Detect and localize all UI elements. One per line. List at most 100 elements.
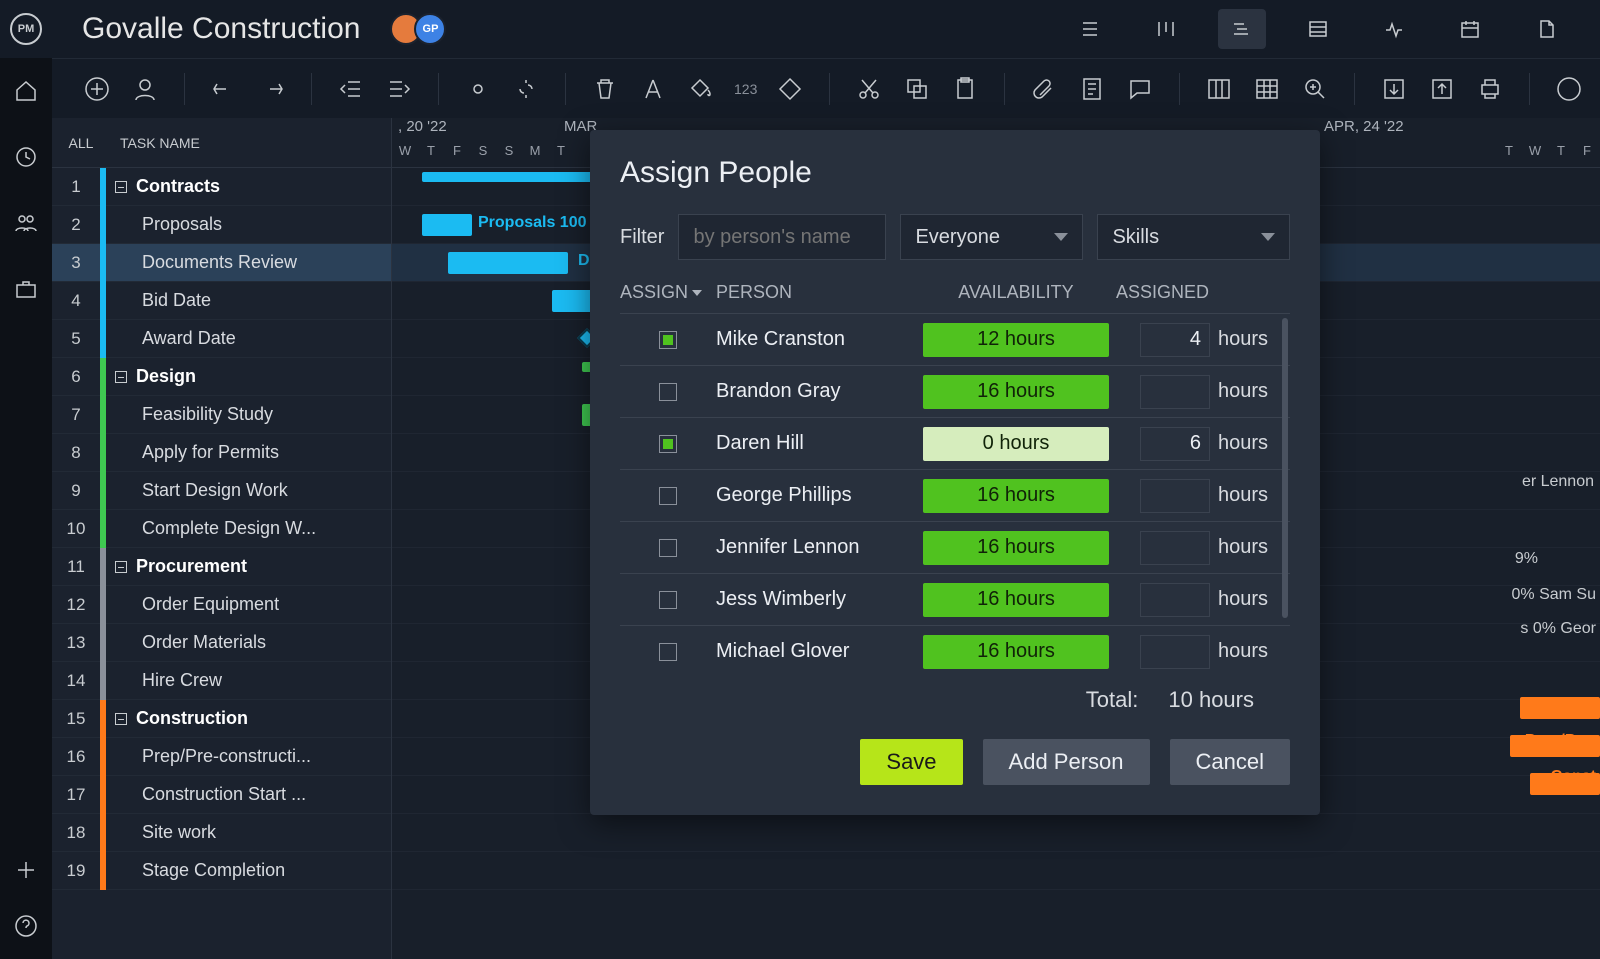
col-task-name[interactable]: TASK NAME: [110, 135, 200, 151]
text-style-icon[interactable]: [638, 74, 668, 104]
assign-checkbox[interactable]: [659, 591, 677, 609]
task-row[interactable]: 15Construction: [52, 700, 391, 738]
task-row[interactable]: 14Hire Crew: [52, 662, 391, 700]
task-row[interactable]: 4Bid Date: [52, 282, 391, 320]
assigned-hours-input[interactable]: [1140, 479, 1210, 513]
gantt-row[interactable]: [392, 814, 1600, 852]
print-icon[interactable]: [1475, 74, 1505, 104]
task-row[interactable]: 19Stage Completion: [52, 852, 391, 890]
assigned-hours-input[interactable]: [1140, 635, 1210, 669]
task-row[interactable]: 8Apply for Permits: [52, 434, 391, 472]
task-row[interactable]: 7Feasibility Study: [52, 396, 391, 434]
attachment-icon[interactable]: [1029, 74, 1059, 104]
person-icon[interactable]: [130, 74, 160, 104]
help-icon[interactable]: [13, 913, 39, 939]
notes-icon[interactable]: [1077, 74, 1107, 104]
task-row[interactable]: 13Order Materials: [52, 624, 391, 662]
assigned-hours-input[interactable]: [1140, 583, 1210, 617]
home-icon[interactable]: [13, 78, 39, 104]
file-view-icon[interactable]: [1522, 9, 1570, 49]
th-assigned[interactable]: ASSIGNED: [1116, 282, 1290, 303]
gantt-view-icon[interactable]: [1218, 9, 1266, 49]
collapse-icon[interactable]: [112, 181, 130, 193]
save-button[interactable]: Save: [860, 739, 962, 785]
undo-icon[interactable]: [209, 74, 239, 104]
task-row[interactable]: 17Construction Start ...: [52, 776, 391, 814]
assigned-hours-input[interactable]: [1140, 323, 1210, 357]
clock-icon[interactable]: [13, 144, 39, 170]
gantt-bar[interactable]: [422, 214, 472, 236]
th-assign[interactable]: ASSIGN: [620, 282, 716, 303]
scrollbar[interactable]: [1282, 318, 1288, 618]
add-icon[interactable]: [82, 74, 112, 104]
collapse-icon[interactable]: [112, 713, 130, 725]
assign-checkbox[interactable]: [659, 331, 677, 349]
grid-icon[interactable]: [1252, 74, 1282, 104]
task-row[interactable]: 2Proposals: [52, 206, 391, 244]
task-row[interactable]: 12Order Equipment: [52, 586, 391, 624]
gantt-row[interactable]: [392, 852, 1600, 890]
import-icon[interactable]: [1379, 74, 1409, 104]
collapse-icon[interactable]: [112, 371, 130, 383]
outdent-icon[interactable]: [336, 74, 366, 104]
paste-icon[interactable]: [950, 74, 980, 104]
milestone-icon[interactable]: [775, 74, 805, 104]
assigned-hours-input[interactable]: [1140, 531, 1210, 565]
list-view-icon[interactable]: [1066, 9, 1114, 49]
number-format[interactable]: 123: [734, 81, 757, 97]
th-avail[interactable]: AVAILABILITY: [916, 282, 1116, 303]
assign-checkbox[interactable]: [659, 383, 677, 401]
avatar-2[interactable]: GP: [414, 13, 446, 45]
task-row[interactable]: 18Site work: [52, 814, 391, 852]
col-all[interactable]: ALL: [52, 135, 110, 151]
assign-checkbox[interactable]: [659, 643, 677, 661]
sheet-view-icon[interactable]: [1294, 9, 1342, 49]
export-icon[interactable]: [1427, 74, 1457, 104]
unlink-icon[interactable]: [511, 74, 541, 104]
task-row[interactable]: 5Award Date: [52, 320, 391, 358]
assigned-hours-input[interactable]: [1140, 375, 1210, 409]
bar-construction-group[interactable]: [1520, 697, 1600, 719]
cancel-button[interactable]: Cancel: [1170, 739, 1290, 785]
bar-const-start[interactable]: [1530, 773, 1600, 795]
columns-icon[interactable]: [1204, 74, 1234, 104]
link-icon[interactable]: [463, 74, 493, 104]
filter-input[interactable]: [678, 214, 886, 260]
assign-checkbox[interactable]: [659, 539, 677, 557]
task-row[interactable]: 10Complete Design W...: [52, 510, 391, 548]
assign-checkbox[interactable]: [659, 435, 677, 453]
gantt-bar[interactable]: [422, 172, 592, 182]
fill-icon[interactable]: [686, 74, 716, 104]
plus-icon[interactable]: [13, 857, 39, 883]
briefcase-icon[interactable]: [13, 276, 39, 302]
more-icon[interactable]: [1554, 74, 1584, 104]
assign-checkbox[interactable]: [659, 487, 677, 505]
comment-icon[interactable]: [1125, 74, 1155, 104]
gantt-bar[interactable]: [552, 290, 592, 312]
indent-icon[interactable]: [384, 74, 414, 104]
task-row[interactable]: 16Prep/Pre-constructi...: [52, 738, 391, 776]
board-view-icon[interactable]: [1142, 9, 1190, 49]
delete-icon[interactable]: [590, 74, 620, 104]
filter-skills-select[interactable]: Skills: [1097, 214, 1290, 260]
team-icon[interactable]: [13, 210, 39, 236]
assigned-hours-input[interactable]: [1140, 427, 1210, 461]
task-row[interactable]: 9Start Design Work: [52, 472, 391, 510]
app-logo[interactable]: PM: [0, 0, 52, 58]
cut-icon[interactable]: [854, 74, 884, 104]
bar-prep[interactable]: [1510, 735, 1600, 757]
calendar-view-icon[interactable]: [1446, 9, 1494, 49]
task-row[interactable]: 3Documents Review: [52, 244, 391, 282]
task-row[interactable]: 1Contracts: [52, 168, 391, 206]
add-person-button[interactable]: Add Person: [983, 739, 1150, 785]
collaborator-avatars[interactable]: GP: [390, 13, 446, 45]
redo-icon[interactable]: [257, 74, 287, 104]
collapse-icon[interactable]: [112, 561, 130, 573]
task-row[interactable]: 11Procurement: [52, 548, 391, 586]
task-row[interactable]: 6Design: [52, 358, 391, 396]
filter-scope-select[interactable]: Everyone: [900, 214, 1083, 260]
copy-icon[interactable]: [902, 74, 932, 104]
zoom-icon[interactable]: [1300, 74, 1330, 104]
activity-icon[interactable]: [1370, 9, 1418, 49]
gantt-bar[interactable]: [448, 252, 568, 274]
